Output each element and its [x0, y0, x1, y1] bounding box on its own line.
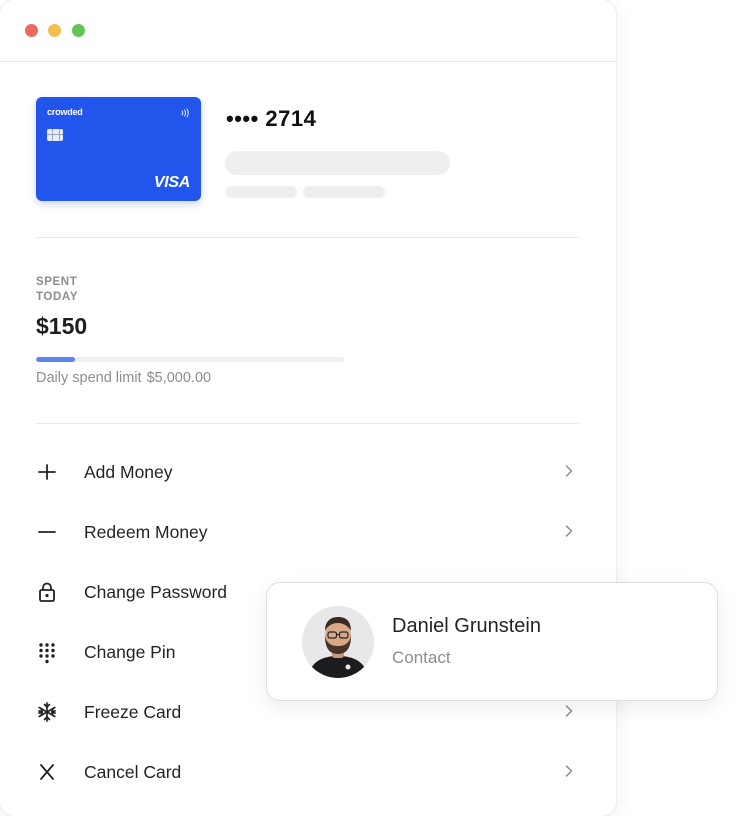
add-money-button[interactable]: Add Money: [36, 450, 579, 494]
redeem-money-button[interactable]: Redeem Money: [36, 510, 579, 554]
add-money-label: Add Money: [84, 462, 173, 482]
freeze-card-label: Freeze Card: [84, 702, 182, 722]
spend-limit-progress-bar: [36, 357, 344, 362]
chevron-right-icon: [565, 524, 573, 543]
daily-spend-limit: Daily spend limit $5,000.00: [36, 370, 211, 386]
daily-spend-limit-label: Daily spend limit: [36, 370, 142, 386]
spend-limit-progress-fill: [36, 357, 75, 362]
window-minimize-button[interactable]: [48, 24, 61, 37]
change-password-label: Change Password: [84, 582, 227, 602]
chevron-right-icon: [565, 704, 573, 723]
chevron-right-icon: [565, 764, 573, 783]
loading-placeholder: [225, 151, 450, 175]
spent-today-label: SPENT TODAY: [36, 276, 78, 303]
debit-card-image[interactable]: crowded VISA: [36, 97, 201, 201]
window-close-button[interactable]: [25, 24, 38, 37]
keypad-icon: [36, 642, 58, 664]
section-divider: [36, 237, 579, 238]
contact-card[interactable]: Daniel Grunstein Contact: [266, 582, 718, 701]
cancel-card-label: Cancel Card: [84, 762, 182, 782]
card-brand-logo: crowded: [47, 107, 83, 117]
change-pin-label: Change Pin: [84, 642, 176, 662]
chevron-right-icon: [565, 464, 573, 483]
loading-placeholder: [303, 186, 385, 198]
lock-icon: [36, 582, 58, 602]
cancel-card-button[interactable]: Cancel Card: [36, 750, 579, 794]
card-chip-icon: [47, 129, 63, 141]
close-icon: [36, 762, 58, 782]
contact-name: Daniel Grunstein: [392, 615, 541, 637]
plus-icon: [36, 462, 58, 482]
redeem-money-label: Redeem Money: [84, 522, 208, 542]
window-maximize-button[interactable]: [72, 24, 85, 37]
snowflake-icon: [36, 702, 58, 722]
contactless-icon: [180, 105, 190, 123]
avatar: [302, 606, 374, 678]
daily-spend-limit-value: $5,000.00: [146, 370, 212, 386]
loading-placeholder: [225, 186, 297, 198]
card-number-masked: •••• 2714: [226, 106, 317, 131]
spent-today-amount: $150: [36, 313, 88, 339]
section-divider: [36, 423, 579, 424]
minus-icon: [36, 522, 58, 542]
contact-role: Contact: [392, 648, 451, 667]
visa-logo: VISA: [153, 174, 190, 191]
title-bar: [0, 0, 616, 62]
